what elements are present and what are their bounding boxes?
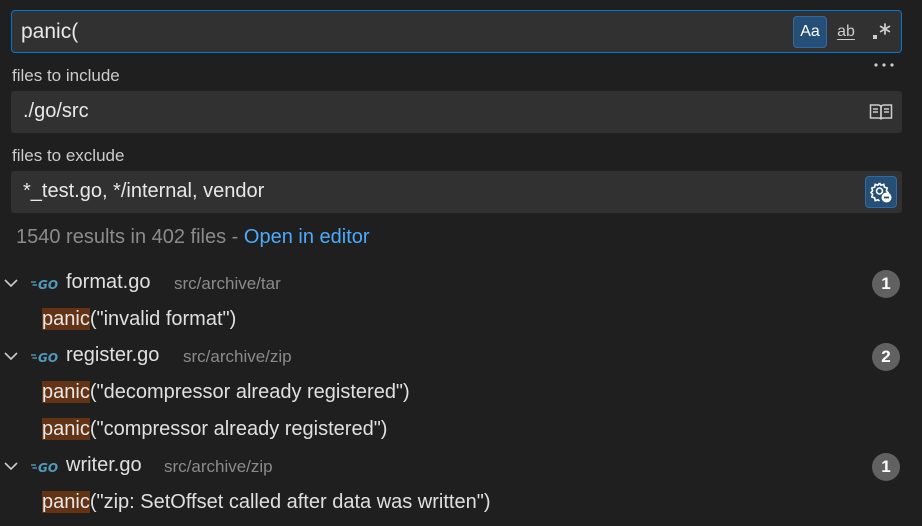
match-highlight: panic	[42, 381, 90, 403]
ellipsis-icon	[874, 63, 894, 67]
file-name: format.go	[66, 271, 151, 293]
match-highlight: panic	[42, 491, 90, 513]
svg-text:GO: GO	[38, 278, 58, 292]
files-to-include-label: files to include	[12, 66, 120, 85]
match-count-badge: 2	[872, 343, 900, 371]
search-input[interactable]: panic( Aa ab	[11, 10, 902, 53]
match-whole-word-button[interactable]: ab	[830, 16, 862, 48]
svg-text:GO: GO	[38, 461, 58, 475]
use-regex-button[interactable]	[865, 16, 897, 48]
match-highlight: panic	[42, 418, 90, 440]
file-result-row[interactable]: GO format.go src/archive/tar 1	[0, 266, 922, 302]
settings-exclude-icon	[869, 182, 892, 203]
results-count: 1540 results in 402 files -	[16, 226, 244, 248]
match-context: ("invalid format")	[89, 308, 237, 330]
files-to-exclude-input[interactable]: *_test.go, */internal, vendor	[11, 171, 902, 213]
files-to-exclude-label: files to exclude	[12, 146, 125, 165]
file-path: src/archive/zip	[183, 347, 292, 366]
match-context: ("zip: SetOffset called after data was w…	[89, 491, 491, 513]
chevron-down-icon[interactable]	[2, 457, 20, 475]
match-context: ("compressor already registered")	[89, 418, 388, 440]
match-row[interactable]: panic("compressor already registered")	[0, 413, 922, 449]
open-in-editor-link[interactable]: Open in editor	[244, 226, 370, 248]
regex-icon	[873, 23, 891, 39]
search-open-editors-button[interactable]	[865, 96, 897, 128]
files-to-include-input[interactable]: ./go/src	[11, 91, 902, 133]
more-options-button[interactable]	[871, 57, 897, 75]
match-row[interactable]: panic("zip: SetOffset called after data …	[0, 486, 922, 522]
match-row[interactable]: panic("decompressor already registered")	[0, 376, 922, 412]
files-to-include-value[interactable]: ./go/src	[23, 100, 89, 123]
match-row[interactable]: panic("invalid format")	[0, 303, 922, 339]
match-highlight: panic	[42, 308, 90, 330]
book-icon	[869, 104, 893, 120]
use-exclude-settings-button[interactable]	[865, 176, 897, 208]
file-path: src/archive/tar	[174, 274, 281, 293]
match-text: panic("compressor already registered")	[42, 418, 387, 441]
match-text: panic("invalid format")	[42, 308, 236, 331]
chevron-down-icon[interactable]	[2, 274, 20, 292]
files-to-exclude-value[interactable]: *_test.go, */internal, vendor	[23, 180, 264, 203]
go-file-icon: GO	[31, 461, 58, 475]
file-result-row[interactable]: GO writer.go src/archive/zip 1	[0, 449, 922, 485]
file-result-row[interactable]: GO register.go src/archive/zip 2	[0, 339, 922, 375]
match-count-badge: 1	[872, 270, 900, 298]
whole-word-label: ab	[837, 23, 855, 40]
search-panel: panic( Aa ab files to include ./go/src f…	[0, 0, 922, 526]
file-path: src/archive/zip	[164, 457, 273, 476]
results-summary: 1540 results in 402 files - Open in edit…	[16, 226, 370, 249]
go-file-icon: GO	[31, 278, 58, 292]
file-name: register.go	[66, 344, 160, 366]
match-context: ("decompressor already registered")	[89, 381, 410, 403]
match-text: panic("decompressor already registered")	[42, 381, 410, 404]
match-count-badge: 1	[872, 453, 900, 481]
go-file-icon: GO	[31, 351, 58, 365]
match-text: panic("zip: SetOffset called after data …	[42, 491, 490, 514]
match-case-button[interactable]: Aa	[793, 16, 827, 48]
search-query[interactable]: panic(	[21, 20, 78, 44]
svg-text:GO: GO	[38, 351, 58, 365]
match-case-label: Aa	[800, 23, 820, 40]
chevron-down-icon[interactable]	[2, 347, 20, 365]
file-name: writer.go	[66, 454, 142, 476]
